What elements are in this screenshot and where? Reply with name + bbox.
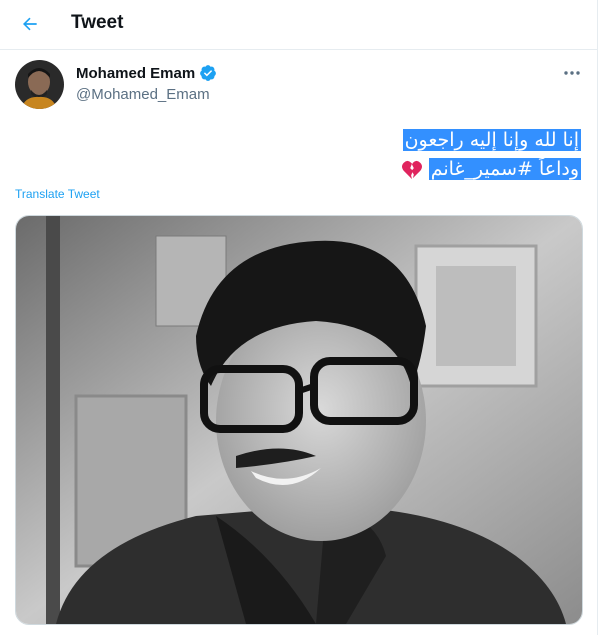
author-name-text: Mohamed Emam (76, 64, 196, 82)
back-button[interactable] (12, 6, 48, 42)
tweet-text-word: وداعاً (538, 158, 579, 180)
arrow-left-icon (23, 17, 37, 31)
avatar[interactable] (15, 60, 64, 109)
broken-heart-icon (401, 160, 422, 179)
page-header: Tweet (0, 0, 597, 50)
hashtag-link[interactable]: #سمير_غانم (431, 158, 533, 180)
tweet-page: Tweet Mohamed Emam @Mohamed_Emam إنا لله… (0, 0, 598, 635)
page-title: Tweet (71, 12, 124, 33)
author-handle[interactable]: @Mohamed_Emam (76, 86, 210, 103)
more-options-button[interactable] (556, 60, 588, 86)
tweet-text-line-1: إنا لله وإنا إليه راجعون (402, 129, 581, 151)
author-name[interactable]: Mohamed Emam (76, 64, 217, 82)
ellipsis-icon (564, 71, 580, 75)
tweet-photo[interactable] (15, 215, 583, 625)
tweet-text: إنا لله وإنا إليه راجعون وداعاً #سمير_غا… (181, 126, 581, 184)
translate-tweet-link[interactable]: Translate Tweet (15, 187, 100, 201)
verified-badge-icon (200, 65, 217, 81)
